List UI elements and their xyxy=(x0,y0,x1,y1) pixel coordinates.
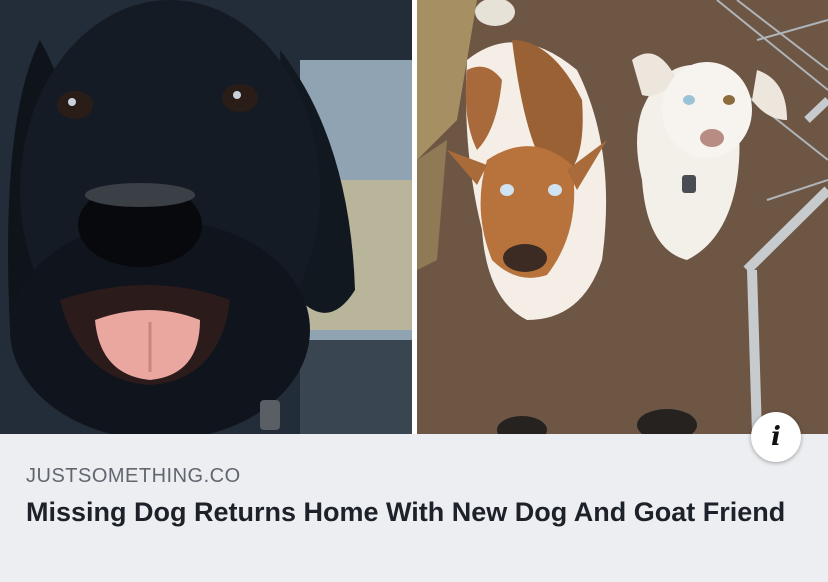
black-dog-illustration xyxy=(0,0,412,434)
preview-image-row[interactable] xyxy=(0,0,828,434)
black-dog-photo xyxy=(0,0,412,434)
info-icon: i xyxy=(771,422,781,452)
article-headline[interactable]: Missing Dog Returns Home With New Dog An… xyxy=(26,496,786,529)
info-button[interactable]: i xyxy=(751,412,801,462)
link-caption[interactable]: JUSTSOMETHING.CO Missing Dog Returns Hom… xyxy=(26,462,786,529)
goat-and-dog-photo xyxy=(417,0,828,434)
goat-and-dog-illustration xyxy=(417,0,828,434)
link-preview-card[interactable]: i JUSTSOMETHING.CO Missing Dog Returns H… xyxy=(0,0,828,582)
source-domain: JUSTSOMETHING.CO xyxy=(26,465,241,487)
